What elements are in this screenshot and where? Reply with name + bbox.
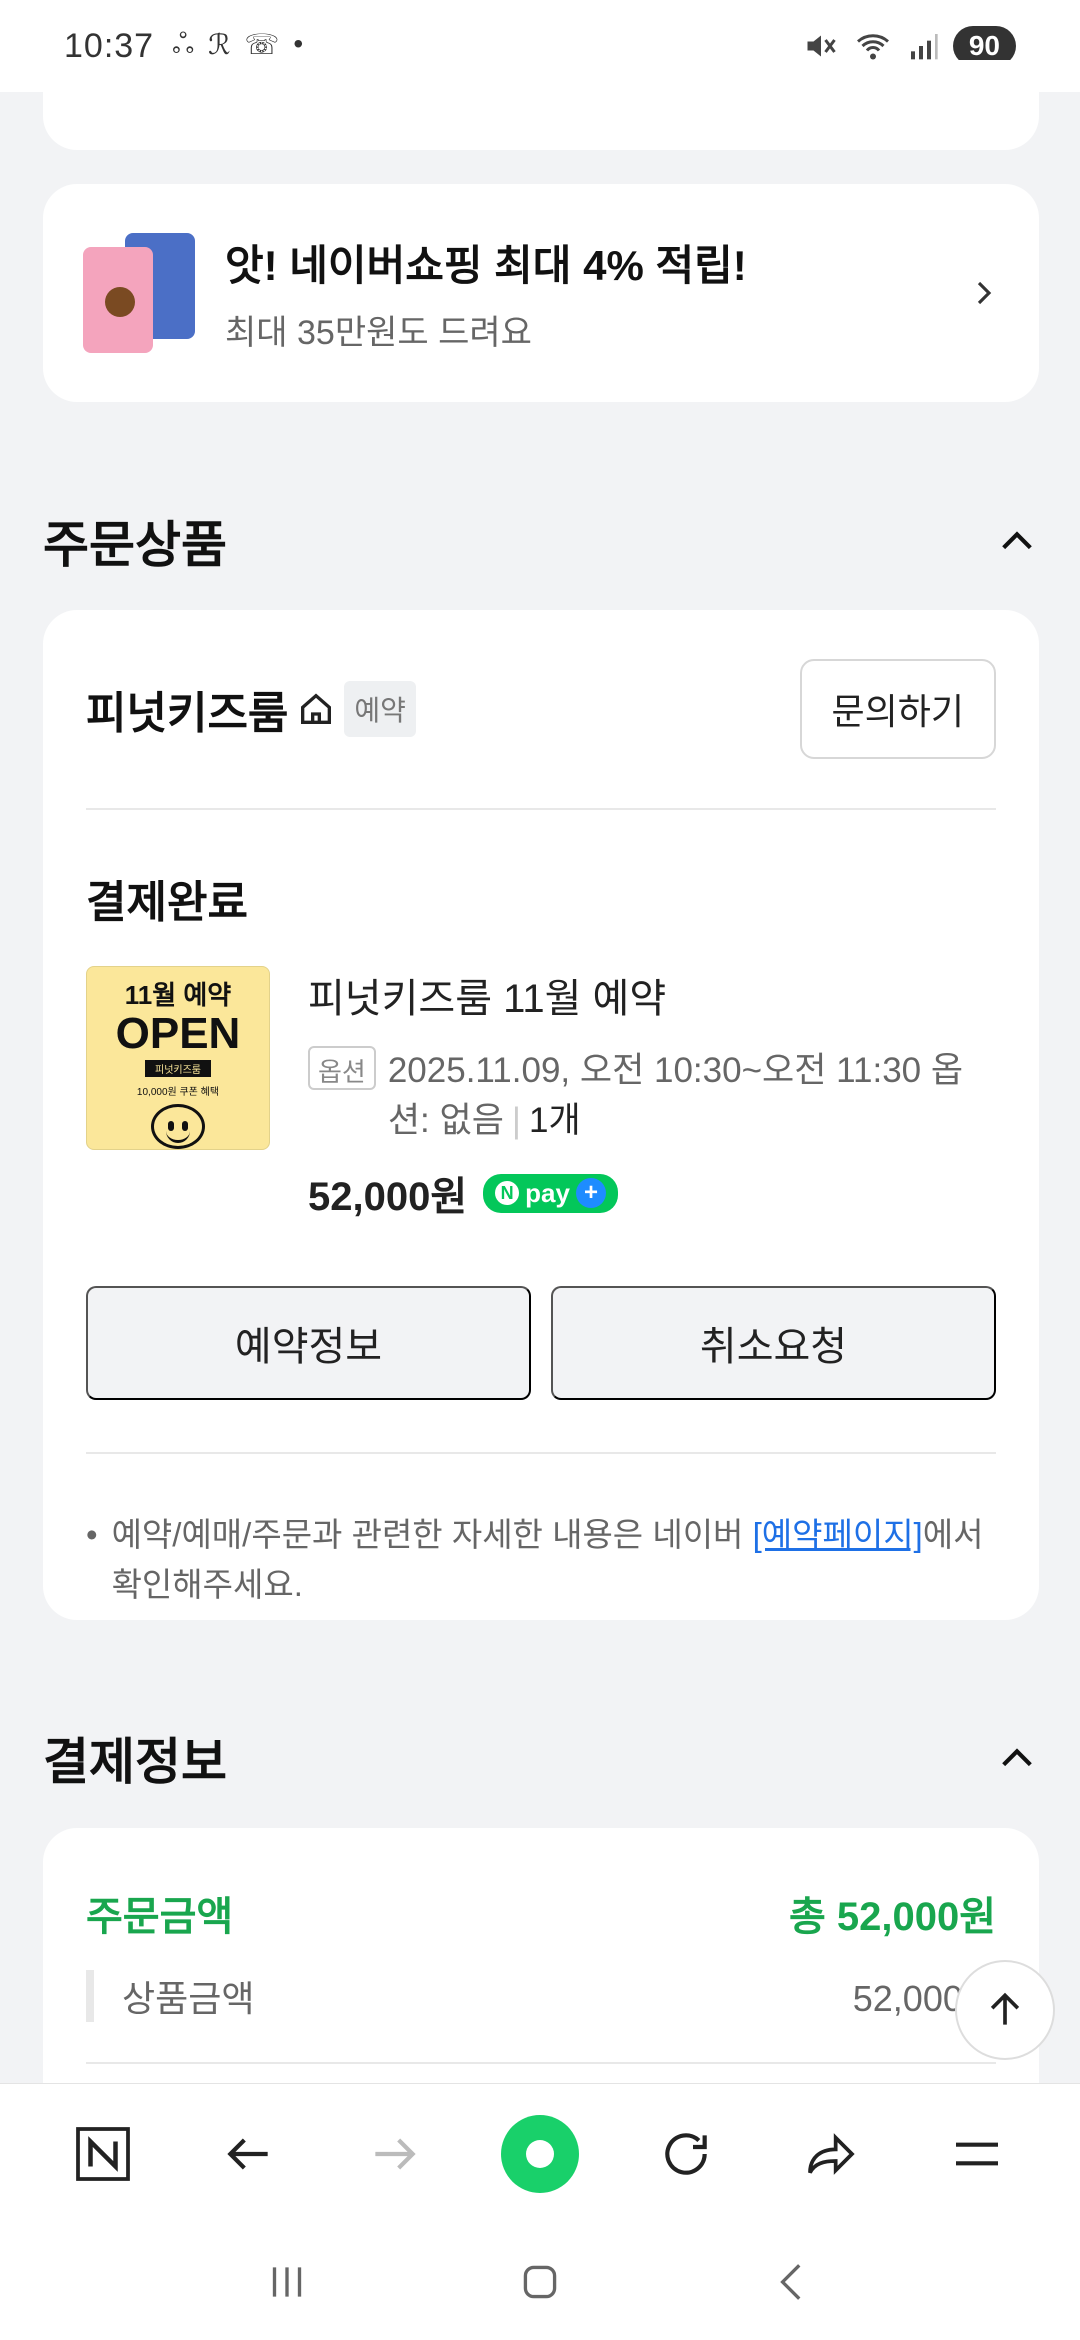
- npay-plus-badge: N pay +: [483, 1173, 618, 1213]
- promo-text: 앗! 네이버쇼핑 최대 4% 적립! 최대 35만원도 드려요: [225, 232, 747, 354]
- chevron-right-icon: [977, 281, 992, 305]
- android-nav-bar: [0, 2223, 1080, 2340]
- order-actions: 예약정보 취소요청: [86, 1286, 996, 1400]
- refresh-button[interactable]: [636, 2104, 736, 2204]
- share-icon: [808, 2132, 855, 2175]
- product-price: 52,000원: [308, 1175, 468, 1219]
- price-row: 52,000원 N pay +: [308, 1164, 996, 1222]
- order-status: 결제완료: [86, 878, 248, 927]
- quantity: 1개: [529, 1101, 581, 1140]
- option-text: 2025.11.09, 오전 10:30~오전 11:30 옵션: 없음 | 1개: [387, 1051, 964, 1140]
- reservation-page-link[interactable]: [예약페이지]: [753, 1516, 923, 1553]
- back-icon[interactable]: [768, 2257, 818, 2307]
- chevron-up-icon[interactable]: [995, 521, 1039, 561]
- store-name[interactable]: 피넛키즈룸: [86, 677, 288, 741]
- thumb-line-4: 10,000원 쿠폰 혜택: [136, 1087, 220, 1098]
- bullet: •: [86, 1516, 98, 1553]
- notification-icon: ஃ: [172, 28, 195, 59]
- order-section-header[interactable]: 주문상품: [43, 505, 1039, 577]
- promo-banner[interactable]: 앗! 네이버쇼핑 최대 4% 적립! 최대 35만원도 드려요: [43, 184, 1039, 402]
- recent-apps-icon[interactable]: [262, 2257, 312, 2307]
- payment-section-header[interactable]: 결제정보: [43, 1722, 1039, 1794]
- chevron-up-icon[interactable]: [995, 1738, 1039, 1778]
- promo-subtitle: 최대 35만원도 드려요: [225, 314, 532, 352]
- reservation-notice: • 예약/예매/주문과 관련한 자세한 내용은 네이버 [예약페이지]에서 확인…: [86, 1510, 996, 1610]
- product-info: 피넛키즈룸 11월 예약 옵션 2025.11.09, 오전 10:30~오전 …: [308, 966, 996, 1222]
- back-button[interactable]: [199, 2104, 299, 2204]
- thumb-line-2: OPEN: [115, 1009, 241, 1058]
- phone-icon: ☏: [244, 29, 280, 60]
- back-arrow-icon: [226, 2138, 268, 2169]
- mute-icon: [807, 35, 836, 57]
- smiley-icon: [151, 1104, 205, 1149]
- previous-card: [43, 60, 1039, 150]
- share-button[interactable]: [781, 2104, 881, 2204]
- browser-bottom-nav: [0, 2083, 1080, 2223]
- order-section-title: 주문상품: [43, 517, 227, 573]
- option-tag: 옵션: [308, 1046, 376, 1090]
- green-dot-icon: [500, 2114, 579, 2193]
- thumb-line-1: 11월 예약: [124, 980, 232, 1010]
- divider: [86, 1452, 996, 1454]
- reservation-info-button[interactable]: 예약정보: [86, 1286, 531, 1400]
- plus-icon: +: [575, 1178, 606, 1208]
- naver-n-icon: [75, 2126, 130, 2181]
- inquiry-button[interactable]: 문의하기: [799, 659, 996, 759]
- order-card: 피넛키즈룸 예약 문의하기 결제완료 11월 예약 OPEN 피넛키즈룸 10,…: [43, 610, 1039, 1620]
- product-thumbnail[interactable]: 11월 예약 OPEN 피넛키즈룸 10,000원 쿠폰 혜택: [86, 966, 270, 1150]
- signal-icon: [910, 34, 938, 60]
- cancel-request-button[interactable]: 취소요청: [551, 1286, 996, 1400]
- option-row: 옵션 2025.11.09, 오전 10:30~오전 11:30 옵션: 없음 |…: [308, 1046, 996, 1146]
- product-name[interactable]: 피넛키즈룸 11월 예약: [308, 966, 996, 1024]
- product-row[interactable]: 11월 예약 OPEN 피넛키즈룸 10,000원 쿠폰 혜택 피넛키즈룸 11…: [86, 966, 996, 1222]
- divider: [86, 2062, 996, 2064]
- forward-button[interactable]: [344, 2104, 444, 2204]
- dot-icon: •: [293, 28, 304, 59]
- reservation-badge: 예약: [344, 681, 416, 737]
- menu-button[interactable]: [927, 2104, 1027, 2204]
- refresh-icon: [664, 2132, 707, 2175]
- notification-icon: ℛ: [208, 29, 231, 60]
- arrow-up-icon: [990, 1992, 1020, 2025]
- store-row: 피넛키즈룸 예약 문의하기: [86, 610, 996, 810]
- status-notification-icons: ஃ ℛ ☏ •: [172, 28, 303, 64]
- naver-home-button[interactable]: [53, 2104, 153, 2204]
- wifi-icon: [856, 34, 889, 60]
- menu-icon: [956, 2142, 999, 2165]
- thumb-line-3: 피넛키즈룸: [145, 1060, 211, 1077]
- forward-arrow-icon: [375, 2138, 416, 2169]
- order-amount-row: 주문금액 총 52,000원: [86, 1884, 996, 1942]
- product-amount-row: 상품금액 52,000원: [86, 1970, 996, 2022]
- green-dot-button[interactable]: [490, 2104, 590, 2204]
- payment-section-title: 결제정보: [43, 1734, 227, 1790]
- scroll-to-top-button[interactable]: [955, 1960, 1055, 2060]
- home-icon[interactable]: [515, 2257, 565, 2307]
- notice-text: 예약/예매/주문과 관련한 자세한 내용은 네이버 [예약페이지]에서 확인해주…: [111, 1516, 984, 1603]
- promo-title: 앗! 네이버쇼핑 최대 4% 적립!: [225, 242, 747, 289]
- npay-label: pay: [525, 1177, 570, 1208]
- order-amount-total: 총 52,000원: [788, 1895, 996, 1939]
- product-amount-label: 상품금액: [122, 1978, 255, 2019]
- store-home-icon[interactable]: [296, 689, 336, 729]
- order-amount-label: 주문금액: [86, 1895, 234, 1939]
- promo-card-image: [83, 233, 195, 353]
- naver-n-icon: N: [495, 1181, 520, 1205]
